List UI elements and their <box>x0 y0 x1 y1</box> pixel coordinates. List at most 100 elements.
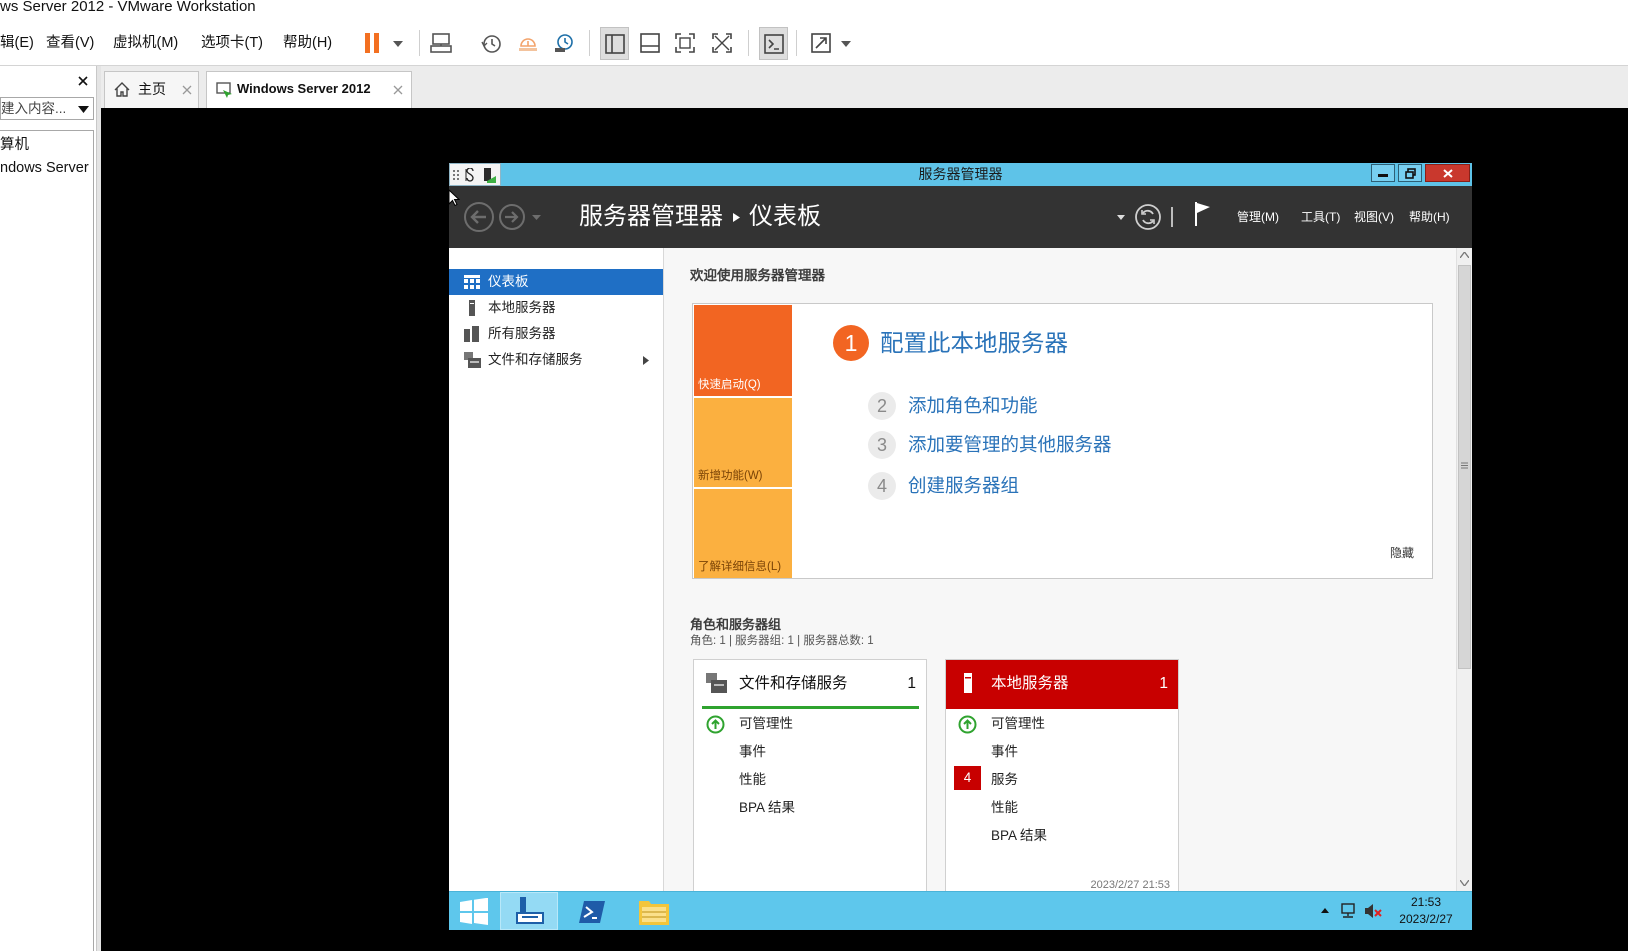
tile-learn-more[interactable]: 了解详细信息(L) <box>694 489 792 578</box>
stretch-guest-icon[interactable] <box>810 32 832 54</box>
nav-item-label: 所有服务器 <box>488 326 556 341</box>
card-title: 本地服务器 <box>991 675 1069 692</box>
add-servers-link[interactable]: 添加要管理的其他服务器 <box>908 433 1112 457</box>
show-library-button[interactable] <box>600 27 629 60</box>
role-card-file-storage[interactable]: 文件和存储服务 1 可管理性 事件 性能 BPA 结果 <box>693 659 927 891</box>
start-windows-icon[interactable] <box>459 898 489 925</box>
card-row-events[interactable]: 事件 <box>946 740 1178 764</box>
menu-edit[interactable]: 辑(E) <box>0 33 34 53</box>
card-header[interactable]: 本地服务器 1 <box>946 660 1178 709</box>
scroll-up-icon[interactable] <box>1460 252 1469 258</box>
snapshot-icon[interactable] <box>480 32 502 54</box>
content-scrollbar[interactable] <box>1456 248 1472 891</box>
speaker-muted-icon[interactable] <box>1364 902 1383 920</box>
nav-item-file-storage[interactable]: 文件和存储服务 <box>449 347 663 373</box>
sm-nav: 仪表板 本地服务器 所有服务器 文件和存储服务 <box>449 248 664 891</box>
tray-clock[interactable]: 21:53 2023/2/27 <box>1395 892 1457 930</box>
tray-overflow-icon[interactable] <box>1321 908 1329 913</box>
tab-windows-server[interactable]: Windows Server 2012 <box>206 71 412 108</box>
scroll-thumb[interactable] <box>1458 265 1471 669</box>
close-library-icon[interactable] <box>78 76 88 86</box>
role-card-local-server[interactable]: 本地服务器 1 可管理性 事件 4 服务 性能 BPA 结果 2023/2/27… <box>945 659 1179 891</box>
card-row-services[interactable]: 4 服务 <box>946 766 1178 792</box>
library-tree: 算机 ndows Server <box>0 130 94 951</box>
card-timestamp: 2023/2/27 21:53 <box>1090 879 1170 891</box>
minimize-button[interactable] <box>1371 164 1395 182</box>
create-server-group-link[interactable]: 创建服务器组 <box>908 474 1019 498</box>
file-explorer-icon[interactable] <box>638 897 670 926</box>
guest-taskbar: 21:53 2023/2/27 <box>449 891 1472 930</box>
tab-home-label: 主页 <box>138 81 166 97</box>
roles-heading: 角色和服务器组 <box>690 617 782 632</box>
search-dropdown-icon[interactable] <box>78 106 89 113</box>
card-header[interactable]: 文件和存储服务 1 <box>694 660 926 709</box>
card-row-manageability[interactable]: 可管理性 <box>694 712 926 736</box>
card-row-performance[interactable]: 性能 <box>946 796 1178 820</box>
ok-status-icon <box>958 715 977 734</box>
notifications-flag-icon[interactable] <box>1194 201 1212 227</box>
close-window-icon <box>1443 169 1453 178</box>
row-label: 性能 <box>739 772 766 787</box>
local-server-icon <box>964 673 972 693</box>
menu-view[interactable]: 查看(V) <box>46 33 94 53</box>
console-view-button[interactable] <box>759 27 788 60</box>
tree-item-windows-server[interactable]: ndows Server <box>0 158 89 178</box>
powershell-icon[interactable] <box>578 900 606 924</box>
tile-quick-start[interactable]: 快速启动(Q) <box>694 305 792 396</box>
nav-item-local-server[interactable]: 本地服务器 <box>449 295 663 321</box>
close-tab-icon[interactable] <box>393 85 403 95</box>
nav-item-all-servers[interactable]: 所有服务器 <box>449 321 663 347</box>
restore-button[interactable] <box>1398 164 1422 182</box>
notifications-dropdown-icon[interactable] <box>1117 215 1125 220</box>
card-row-performance[interactable]: 性能 <box>694 768 926 792</box>
tile-whats-new[interactable]: 新增功能(W) <box>694 398 792 487</box>
menu-tools[interactable]: 工具(T) <box>1301 209 1340 225</box>
card-row-events[interactable]: 事件 <box>694 740 926 764</box>
hide-welcome-link[interactable]: 隐藏 <box>1390 545 1414 561</box>
menu-vm[interactable]: 虚拟机(M) <box>113 33 178 53</box>
history-dropdown-icon[interactable] <box>532 215 541 220</box>
card-row-manageability[interactable]: 可管理性 <box>946 712 1178 736</box>
menu-manage[interactable]: 管理(M) <box>1237 209 1279 225</box>
welcome-heading: 欢迎使用服务器管理器 <box>690 268 825 283</box>
nav-item-dashboard[interactable]: 仪表板 <box>449 269 663 295</box>
tree-item-my-computer[interactable]: 算机 <box>0 135 29 155</box>
menu-help[interactable]: 帮助(H) <box>283 33 332 53</box>
configure-local-server-link[interactable]: 配置此本地服务器 <box>880 327 1068 359</box>
send-ctrl-alt-del-icon[interactable] <box>430 32 452 54</box>
forward-button[interactable] <box>498 203 526 231</box>
roles-summary: 角色: 1 | 服务器组: 1 | 服务器总数: 1 <box>690 635 874 647</box>
refresh-icon[interactable] <box>1134 203 1162 231</box>
sm-header: 服务器管理器 仪表板 管理(M) 工具(T) 视图(V) 帮助(H) <box>449 186 1472 248</box>
pause-icon[interactable] <box>363 32 383 54</box>
full-screen-icon[interactable] <box>674 32 696 54</box>
card-row-bpa[interactable]: BPA 结果 <box>694 796 926 820</box>
power-dropdown-icon[interactable] <box>393 41 403 47</box>
tab-home[interactable]: 主页 <box>104 71 199 108</box>
card-row-bpa[interactable]: BPA 结果 <box>946 824 1178 848</box>
ok-status-icon <box>706 715 725 734</box>
revert-snapshot-icon[interactable] <box>517 32 539 54</box>
add-roles-link[interactable]: 添加角色和功能 <box>908 394 1038 418</box>
close-button[interactable] <box>1425 164 1470 182</box>
submenu-arrow-icon[interactable] <box>643 356 649 365</box>
close-tab-icon[interactable] <box>182 85 192 95</box>
menu-help-sm[interactable]: 帮助(H) <box>1409 209 1450 225</box>
sm-window-title: 服务器管理器 <box>918 166 1003 182</box>
step-number-3: 3 <box>868 431 896 459</box>
thumbnail-bar-icon[interactable] <box>639 32 661 54</box>
taskbar-server-manager[interactable] <box>500 892 558 930</box>
server-manager-app-icon <box>484 168 496 183</box>
library-search-input[interactable]: 建入内容... <box>0 97 94 120</box>
unity-icon[interactable] <box>711 32 733 54</box>
sm-content: 欢迎使用服务器管理器 快速启动(Q) 新增功能(W) 了解详细信息(L) 1 配… <box>665 248 1456 891</box>
view-dropdown-icon[interactable] <box>841 41 851 47</box>
mouse-cursor-icon <box>448 189 460 207</box>
network-icon[interactable] <box>1339 903 1357 919</box>
menu-view-sm[interactable]: 视图(V) <box>1354 209 1394 225</box>
back-button[interactable] <box>463 201 495 233</box>
scroll-down-icon[interactable] <box>1460 880 1469 886</box>
menu-tabs[interactable]: 选项卡(T) <box>201 33 263 53</box>
sm-system-menu[interactable] <box>449 163 501 186</box>
snapshot-manager-icon[interactable] <box>553 32 575 54</box>
